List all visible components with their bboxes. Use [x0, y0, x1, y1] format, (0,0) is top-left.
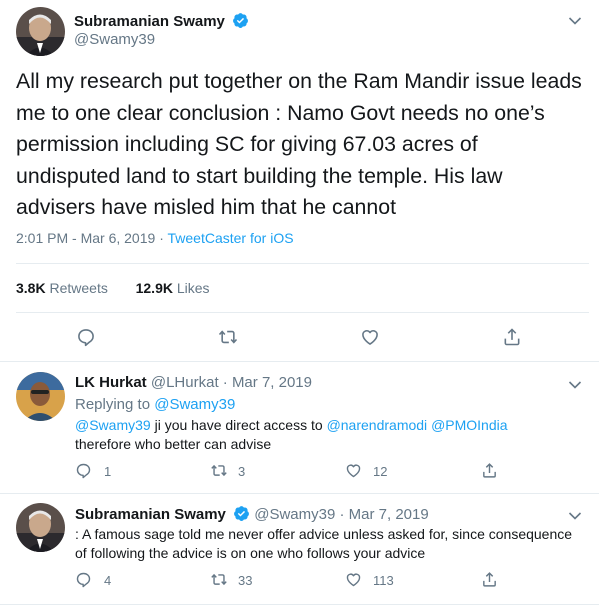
reply-icon[interactable]	[75, 462, 92, 484]
retweets-label: Retweets	[49, 280, 108, 296]
reply-action-bar: 4 33 113	[75, 571, 575, 591]
likes-label: Likes	[176, 280, 210, 296]
replying-to: Replying to @Swamy39	[75, 396, 235, 413]
chevron-down-icon[interactable]	[568, 13, 582, 31]
likes-stat[interactable]: 12.9K Likes	[136, 280, 210, 296]
share-icon[interactable]	[481, 571, 498, 593]
reply-header: LK Hurkat @LHurkat · Mar 7, 2019	[75, 374, 312, 391]
reply-icon[interactable]	[76, 327, 96, 352]
divider	[0, 493, 599, 494]
divider	[0, 361, 599, 362]
likes-count: 12.9K	[135, 280, 173, 296]
reply-action-bar: 1 3 12	[75, 462, 575, 482]
retweets-stat[interactable]: 3.8K Retweets	[16, 280, 108, 296]
tweet-meta: 2:01 PM - Mar 6, 2019 · TweetCaster for …	[16, 230, 294, 246]
author-handle[interactable]: @Swamy39	[74, 31, 155, 48]
reply-count: 1	[104, 464, 112, 479]
divider	[16, 263, 589, 264]
retweet-count: 3	[238, 464, 246, 479]
reply-author-name[interactable]: LK Hurkat	[75, 374, 147, 391]
reply-icon[interactable]	[75, 571, 92, 593]
chevron-down-icon[interactable]	[568, 508, 582, 526]
tweet-source[interactable]: TweetCaster for iOS	[168, 230, 294, 246]
reply-header: Subramanian Swamy @Swamy39 · Mar 7, 2019	[75, 505, 429, 523]
reply-text-part: ji you have direct access to	[150, 417, 327, 433]
reply-author-name[interactable]: Subramanian Swamy	[75, 506, 226, 523]
reply-author-avatar[interactable]	[16, 372, 65, 421]
author-name[interactable]: Subramanian Swamy	[74, 13, 225, 30]
verified-badge-icon	[233, 505, 250, 522]
mention-link[interactable]: @PMOIndia	[431, 417, 507, 433]
retweet-icon[interactable]	[210, 462, 228, 484]
replying-to-handle[interactable]: @Swamy39	[154, 396, 235, 413]
replying-to-label: Replying to	[75, 396, 151, 413]
retweet-icon[interactable]	[210, 571, 228, 593]
reply-author-avatar[interactable]	[16, 503, 65, 552]
divider	[0, 604, 599, 605]
meta-separator: ·	[159, 230, 164, 246]
reply-text-part: therefore who better can advise	[75, 436, 272, 452]
mention-link[interactable]: @narendramodi	[327, 417, 428, 433]
like-icon[interactable]	[345, 462, 362, 484]
share-icon[interactable]	[502, 327, 522, 352]
mention-link[interactable]: @Swamy39	[75, 417, 151, 433]
author-line: Subramanian Swamy	[74, 12, 249, 31]
reply-meta[interactable]: @LHurkat · Mar 7, 2019	[151, 374, 312, 391]
reply-count: 4	[104, 573, 112, 588]
reply-meta[interactable]: @Swamy39 · Mar 7, 2019	[254, 506, 428, 523]
divider	[16, 312, 589, 313]
tweet-text: All my research put together on the Ram …	[16, 69, 582, 219]
reply-text: @Swamy39 ji you have direct access to @n…	[75, 416, 575, 454]
retweet-count: 33	[238, 573, 253, 588]
share-icon[interactable]	[481, 462, 498, 484]
like-icon[interactable]	[345, 571, 362, 593]
retweet-icon[interactable]	[218, 327, 238, 352]
like-count: 12	[373, 464, 388, 479]
like-count: 113	[373, 573, 394, 588]
retweets-count: 3.8K	[16, 280, 46, 296]
verified-badge-icon	[232, 12, 249, 29]
author-avatar[interactable]	[16, 7, 65, 56]
tweet-time[interactable]: 2:01 PM - Mar 6, 2019	[16, 230, 155, 246]
tweet-stats: 3.8K Retweets 12.9K Likes	[16, 280, 210, 296]
reply-text: : A famous sage told me never offer advi…	[75, 526, 573, 561]
chevron-down-icon[interactable]	[568, 377, 582, 395]
like-icon[interactable]	[360, 327, 380, 352]
